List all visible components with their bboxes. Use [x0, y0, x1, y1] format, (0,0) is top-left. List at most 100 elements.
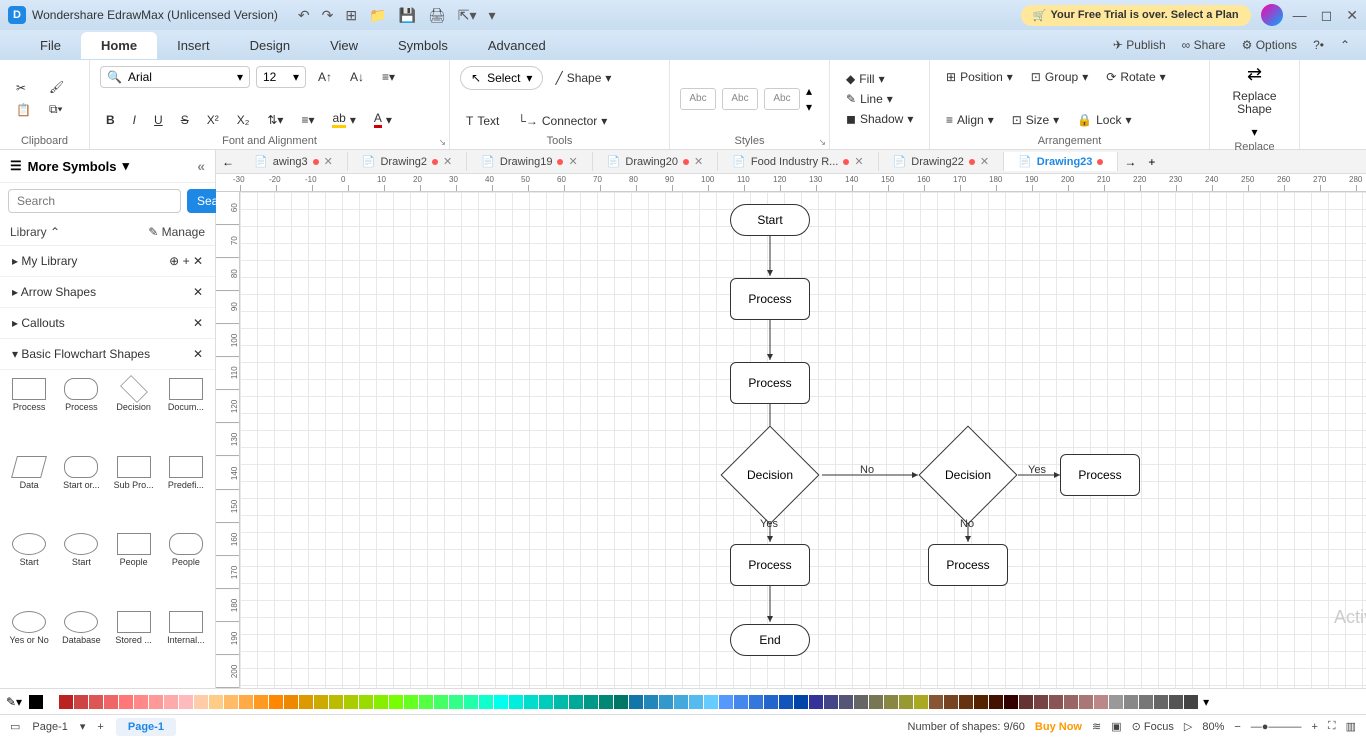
swatch[interactable]: [629, 695, 643, 709]
swatch[interactable]: [1019, 695, 1033, 709]
fc-process-right[interactable]: Process: [1060, 454, 1140, 496]
swatch[interactable]: [929, 695, 943, 709]
share-button[interactable]: ∞ Share: [1182, 38, 1226, 52]
swatch[interactable]: [824, 695, 838, 709]
doctab-awing3[interactable]: 📄awing3✕: [240, 152, 348, 171]
swatch[interactable]: [419, 695, 433, 709]
swatch[interactable]: [764, 695, 778, 709]
swatch[interactable]: [734, 695, 748, 709]
help-icon[interactable]: ?•: [1313, 38, 1324, 52]
bold-button[interactable]: B: [100, 110, 121, 130]
font-family-select[interactable]: 🔍 Arial ▾: [100, 66, 250, 88]
swatch[interactable]: [1064, 695, 1078, 709]
fc-process-3[interactable]: Process: [730, 544, 810, 586]
paste-button[interactable]: 📋: [10, 100, 37, 120]
shape-data[interactable]: Data: [4, 454, 54, 528]
swatch[interactable]: [314, 695, 328, 709]
panel-icon[interactable]: ▥: [1346, 720, 1356, 733]
swatch[interactable]: [1154, 695, 1168, 709]
zoom-out-icon[interactable]: −: [1234, 721, 1240, 733]
zoom-in-icon[interactable]: +: [1311, 721, 1317, 733]
shape-database[interactable]: Database: [56, 609, 106, 683]
shadow-button[interactable]: ◼Shadow▾: [840, 109, 919, 129]
swatch[interactable]: [974, 695, 988, 709]
collapse-ribbon-icon[interactable]: ⌃: [1340, 38, 1350, 52]
redo-icon[interactable]: ↷: [322, 7, 334, 24]
swatch[interactable]: [74, 695, 88, 709]
swatch[interactable]: [704, 695, 718, 709]
trial-banner[interactable]: 🛒 Your Free Trial is over. Select a Plan: [1021, 5, 1251, 26]
presentation-icon[interactable]: ▣: [1111, 720, 1121, 733]
line-spacing-button[interactable]: ⇅▾: [261, 110, 289, 130]
style-up-icon[interactable]: ▴: [806, 84, 812, 98]
doctab-Drawing22[interactable]: 📄Drawing22✕: [879, 152, 1005, 171]
menu-design[interactable]: Design: [230, 32, 310, 59]
swatch[interactable]: [494, 695, 508, 709]
swatch[interactable]: [1139, 695, 1153, 709]
swatch[interactable]: [464, 695, 478, 709]
undo-icon[interactable]: ↶: [298, 7, 310, 24]
page-indicator[interactable]: Page-1: [32, 721, 67, 733]
canvas[interactable]: Start Process Process Decision Decision …: [240, 192, 1366, 688]
menu-insert[interactable]: Insert: [157, 32, 230, 59]
maximize-icon[interactable]: ◻: [1321, 7, 1333, 24]
swatch[interactable]: [914, 695, 928, 709]
shape-process[interactable]: Process: [56, 376, 106, 450]
shape-predefi...[interactable]: Predefi...: [161, 454, 211, 528]
font-color-button[interactable]: A▾: [368, 108, 398, 131]
swatch[interactable]: [359, 695, 373, 709]
add-page-icon[interactable]: +: [97, 721, 103, 733]
menu-view[interactable]: View: [310, 32, 378, 59]
format-painter-button[interactable]: 🖌: [43, 77, 70, 97]
shape-decision[interactable]: Decision: [109, 376, 159, 450]
publish-button[interactable]: ✈ Publish: [1113, 38, 1166, 52]
swatch[interactable]: [509, 695, 523, 709]
cut-button[interactable]: ✂: [10, 78, 37, 98]
swatch[interactable]: [659, 695, 673, 709]
group-button[interactable]: ⊡Group▾: [1025, 67, 1094, 87]
decrease-font-icon[interactable]: A↓: [344, 67, 370, 87]
swatch[interactable]: [539, 695, 553, 709]
doctab-Drawing2[interactable]: 📄Drawing2✕: [348, 152, 467, 171]
expand-font-icon[interactable]: ↘: [438, 137, 446, 148]
cat-callouts[interactable]: ▸ Callouts✕: [0, 308, 215, 339]
search-input[interactable]: [8, 189, 181, 213]
connector-tool-button[interactable]: └→ Connector▾: [511, 111, 613, 131]
manage-button[interactable]: ✎ Manage: [148, 225, 205, 239]
focus-button[interactable]: ⊙ Focus: [1132, 720, 1174, 733]
swatch[interactable]: [554, 695, 568, 709]
play-icon[interactable]: ▷: [1184, 720, 1192, 733]
menu-symbols[interactable]: Symbols: [378, 32, 468, 59]
subscript-button[interactable]: X₂: [231, 110, 256, 130]
close-icon[interactable]: ✕: [1346, 7, 1358, 24]
swatch[interactable]: [989, 695, 1003, 709]
shape-sub pro...[interactable]: Sub Pro...: [109, 454, 159, 528]
swatch[interactable]: [374, 695, 388, 709]
swatch[interactable]: [1184, 695, 1198, 709]
increase-font-icon[interactable]: A↑: [312, 67, 338, 87]
line-button[interactable]: ✎Line▾: [840, 89, 919, 109]
eyedropper-icon[interactable]: ✎▾: [6, 695, 22, 709]
select-tool-button[interactable]: ↖ Select▾: [460, 66, 543, 90]
swatch[interactable]: [434, 695, 448, 709]
swatch[interactable]: [644, 695, 658, 709]
tab-prev-icon[interactable]: ←: [216, 155, 240, 169]
shape-start[interactable]: Start: [56, 531, 106, 605]
swatch[interactable]: [1124, 695, 1138, 709]
swatch[interactable]: [239, 695, 253, 709]
swatch[interactable]: [1169, 695, 1183, 709]
fc-decision-1[interactable]: Decision: [735, 440, 805, 510]
doctab-Drawing19[interactable]: 📄Drawing19✕: [467, 152, 593, 171]
palette-more-icon[interactable]: ▾: [1203, 695, 1209, 709]
fill-button[interactable]: ◆Fill▾: [840, 69, 919, 89]
new-icon[interactable]: ⊞: [345, 7, 357, 24]
swatch[interactable]: [1079, 695, 1093, 709]
swatch[interactable]: [599, 695, 613, 709]
swatch[interactable]: [749, 695, 763, 709]
library-label[interactable]: Library ⌃: [10, 225, 60, 239]
tab-next-icon[interactable]: →: [1118, 155, 1142, 169]
swatch[interactable]: [254, 695, 268, 709]
shape-start or...[interactable]: Start or...: [56, 454, 106, 528]
cat-mylibrary[interactable]: ▸ My Library ⊕ + ✕: [0, 246, 215, 277]
doctab-Drawing23[interactable]: 📄Drawing23: [1004, 152, 1118, 171]
